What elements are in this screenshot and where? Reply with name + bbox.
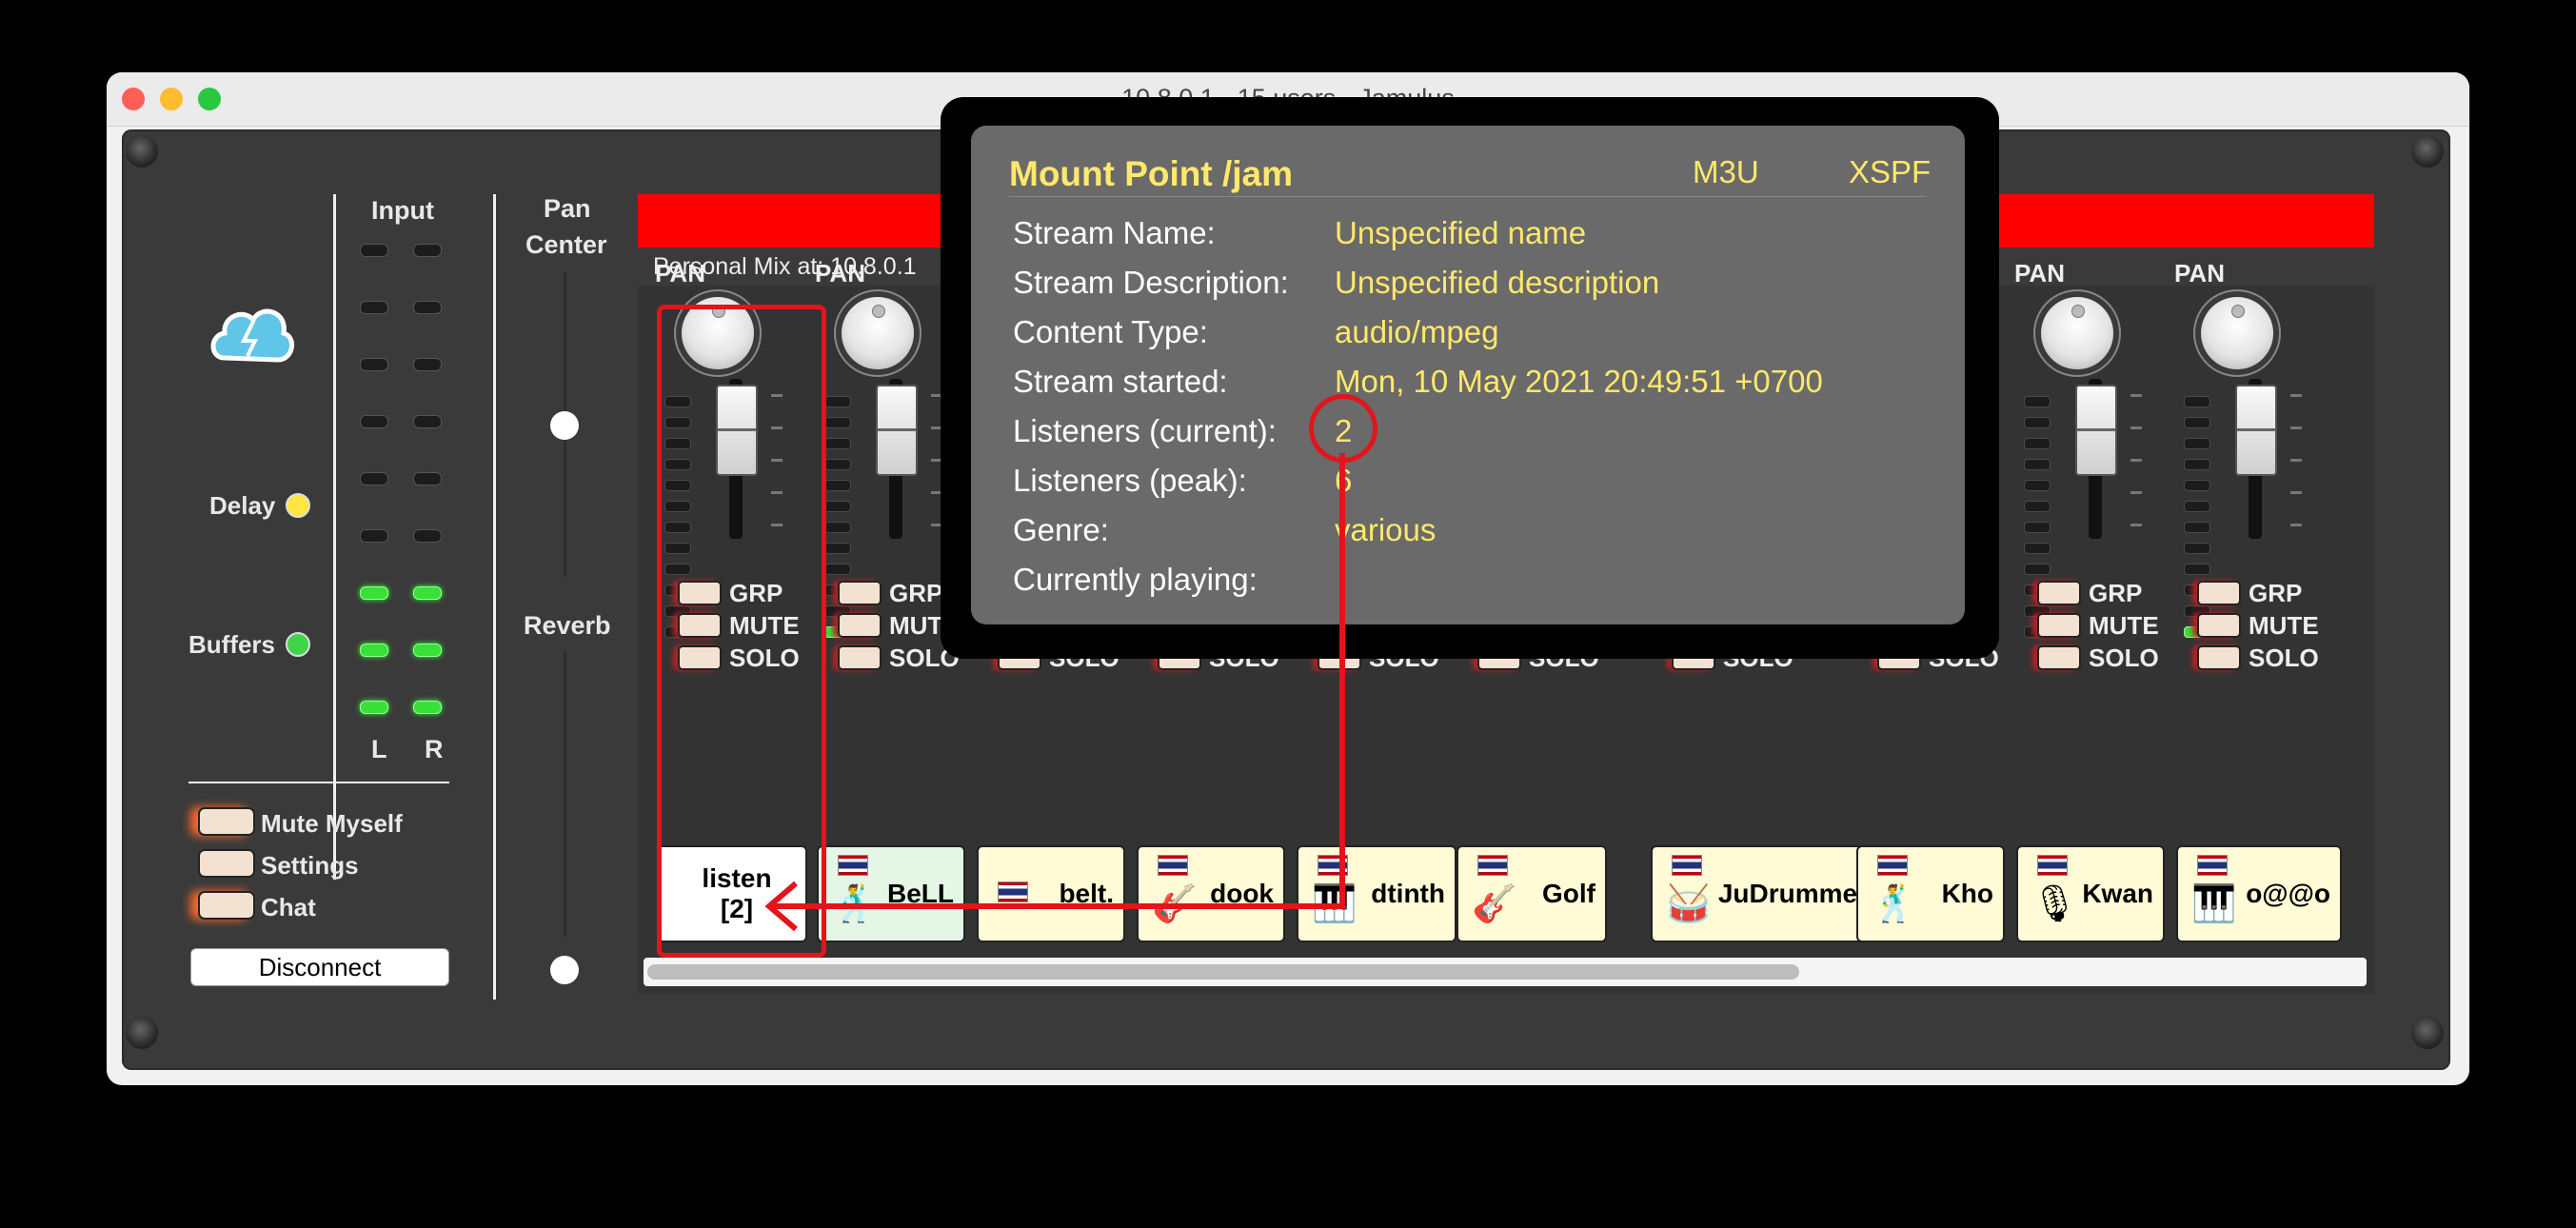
annotation-arrow-icon [764, 453, 1345, 932]
